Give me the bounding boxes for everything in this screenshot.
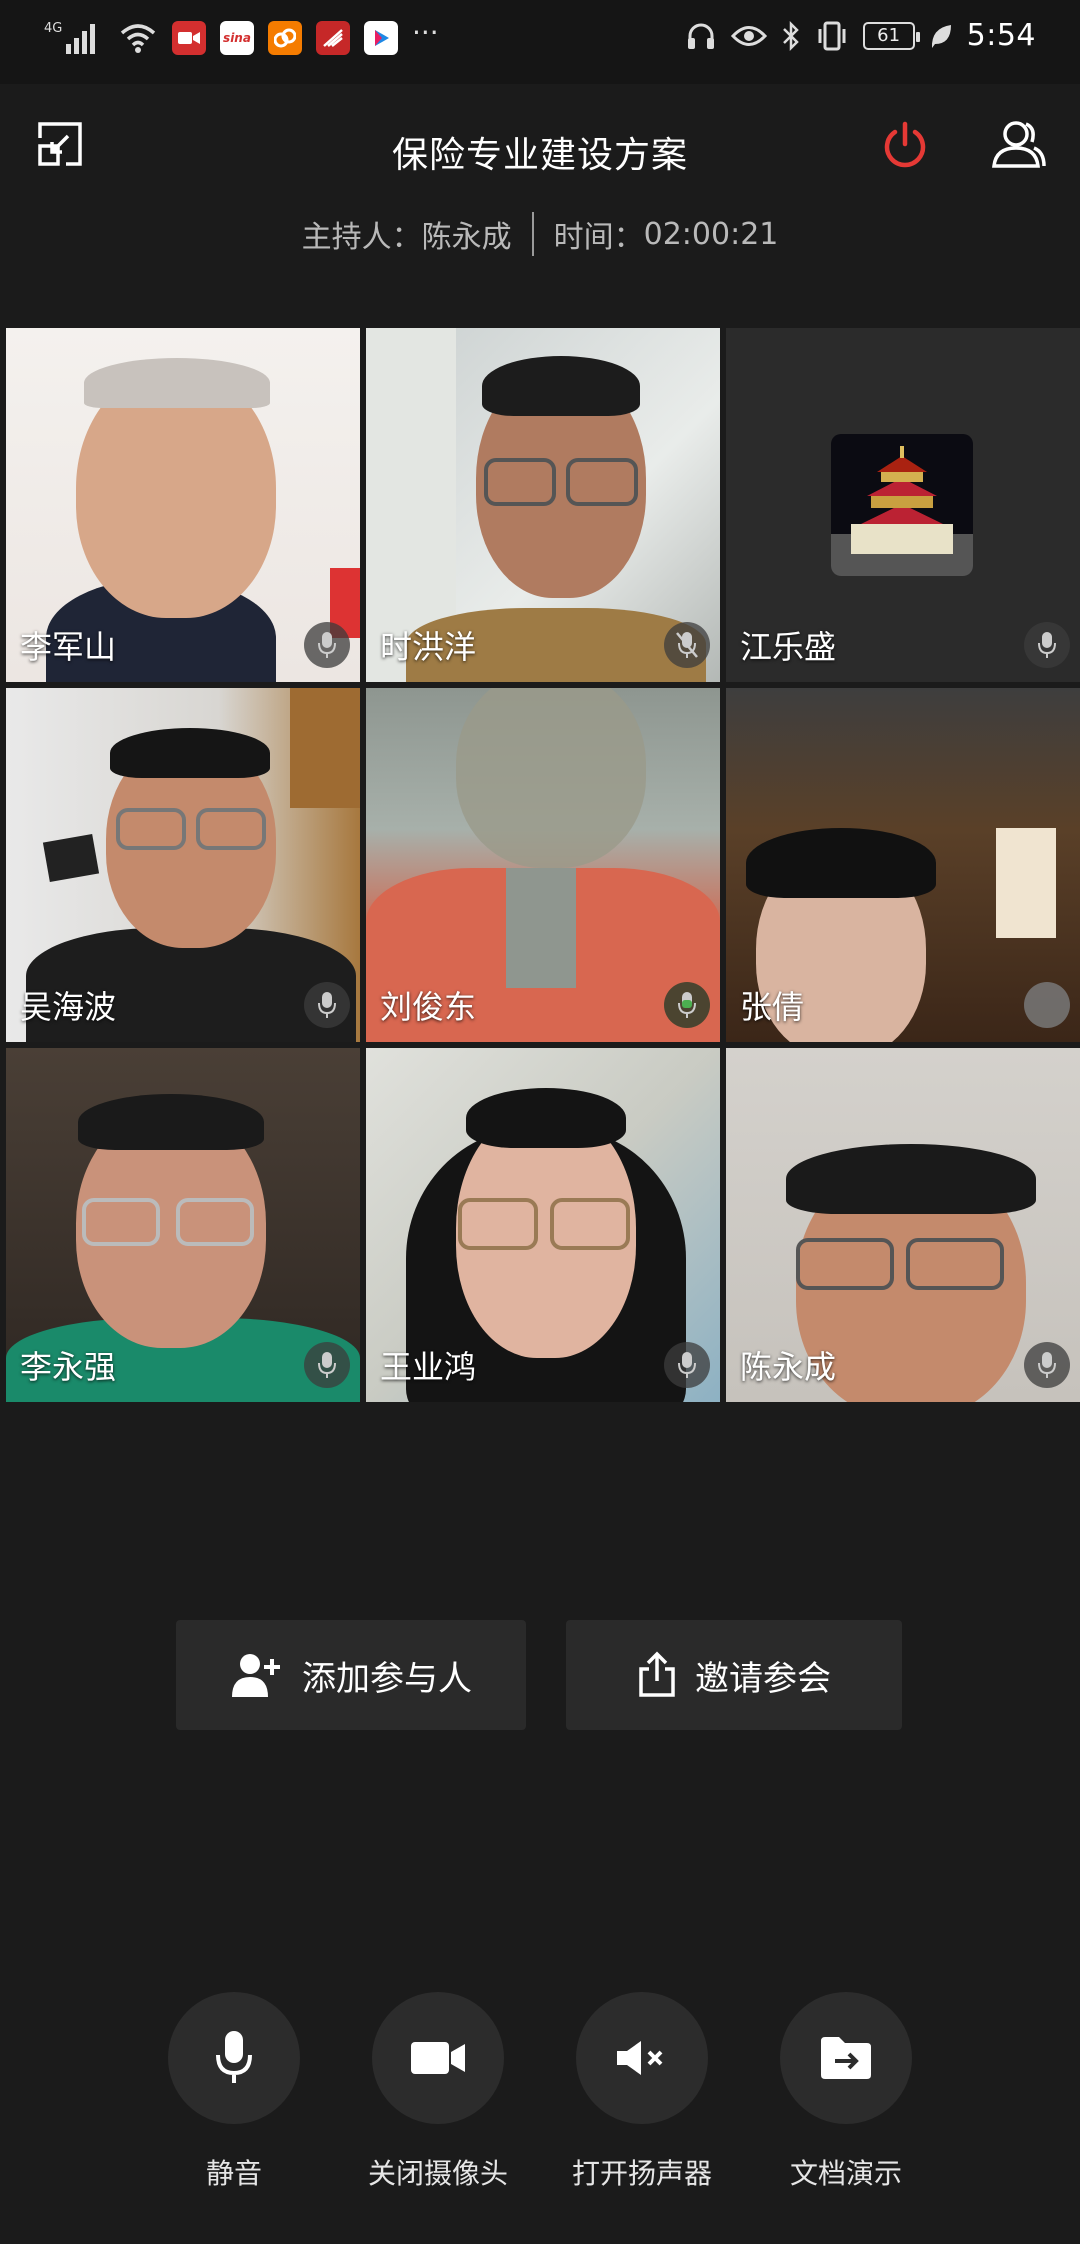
participant-face bbox=[456, 688, 646, 868]
video-camera-icon[interactable] bbox=[372, 1992, 504, 2124]
share-icon bbox=[639, 1651, 675, 1697]
app-icon bbox=[316, 21, 350, 55]
host-name: 陈永成 bbox=[421, 220, 512, 255]
bluetooth-icon bbox=[781, 20, 801, 52]
avatar bbox=[831, 434, 973, 576]
video-tile[interactable]: 王业鸿 bbox=[366, 1048, 720, 1402]
youku-icon bbox=[364, 21, 398, 55]
participant-name: 时洪洋 bbox=[380, 628, 477, 666]
mic-speaking-icon bbox=[664, 982, 710, 1028]
participant-name: 李军山 bbox=[20, 628, 117, 666]
vibrate-icon bbox=[815, 20, 849, 52]
status-bar: 4G sina ··· 61 5:54 bbox=[0, 0, 1080, 84]
meeting-duration: 02:00:21 bbox=[643, 216, 779, 252]
speaker-on-button[interactable]: 打开扬声器 bbox=[572, 1992, 712, 2192]
participant-name: 张倩 bbox=[740, 988, 805, 1026]
participant-name: 陈永成 bbox=[740, 1348, 837, 1386]
participant-name: 刘俊东 bbox=[380, 988, 477, 1026]
camera-off-button[interactable]: 关闭摄像头 bbox=[368, 1992, 508, 2192]
meeting-info: 主持人： 陈永成 时间： 02:00:21 bbox=[0, 212, 1080, 256]
headphones-icon bbox=[685, 20, 717, 52]
invite-button[interactable]: 邀请参会 bbox=[566, 1620, 902, 1730]
participant-name: 王业鸿 bbox=[380, 1348, 477, 1386]
battery-indicator: 61 bbox=[862, 21, 920, 50]
sina-icon: sina bbox=[220, 21, 254, 55]
mic-status-icon bbox=[1024, 622, 1070, 668]
mic-muted-icon bbox=[664, 622, 710, 668]
video-tile[interactable]: 时洪洋 bbox=[366, 328, 720, 682]
invite-label: 邀请参会 bbox=[695, 1658, 831, 1699]
participants-list-icon[interactable] bbox=[990, 118, 1046, 170]
signal-icon: 4G bbox=[44, 18, 104, 58]
uc-browser-icon bbox=[268, 21, 302, 55]
mic-status-icon bbox=[304, 982, 350, 1028]
more-notifications: ··· bbox=[412, 16, 439, 49]
video-tile[interactable]: 李军山 bbox=[6, 328, 360, 682]
video-tile[interactable]: 吴海波 bbox=[6, 688, 360, 1042]
participant-video-grid: 李军山 时洪洋 江乐盛 吴海波 刘俊东 张倩 李永强 王业鸿 陈永成 bbox=[6, 328, 1080, 1404]
eye-comfort-icon bbox=[730, 23, 767, 49]
divider bbox=[531, 212, 534, 256]
video-app-icon bbox=[172, 21, 206, 55]
speaker-muted-icon[interactable] bbox=[576, 1992, 708, 2124]
meeting-header: 保险专业建设方案 主持人： 陈永成 时间： 02:00:21 bbox=[0, 84, 1080, 320]
mute-label: 静音 bbox=[205, 2157, 262, 2190]
add-person-icon bbox=[232, 1654, 280, 1697]
power-saving-leaf-icon bbox=[929, 22, 953, 50]
speaker-on-label: 打开扬声器 bbox=[571, 2157, 712, 2190]
video-tile[interactable]: 李永强 bbox=[6, 1048, 360, 1402]
document-present-label: 文档演示 bbox=[789, 2157, 902, 2190]
video-tile[interactable]: 刘俊东 bbox=[366, 688, 720, 1042]
wifi-icon bbox=[118, 21, 158, 55]
video-tile[interactable]: 陈永成 bbox=[726, 1048, 1080, 1402]
add-participant-button[interactable]: 添加参与人 bbox=[176, 1620, 526, 1730]
mic-status-icon bbox=[304, 622, 350, 668]
mute-button[interactable]: 静音 bbox=[164, 1992, 304, 2192]
leave-meeting-power-icon[interactable] bbox=[880, 120, 930, 170]
mic-status-icon bbox=[304, 1342, 350, 1388]
mic-status-icon bbox=[1024, 1342, 1070, 1388]
avatar-bubble-icon bbox=[1024, 982, 1070, 1028]
participant-name: 吴海波 bbox=[20, 988, 117, 1026]
participant-name: 江乐盛 bbox=[740, 628, 837, 666]
clock: 5:54 bbox=[966, 18, 1036, 53]
mic-status-icon bbox=[664, 1342, 710, 1388]
video-tile[interactable]: 张倩 bbox=[726, 688, 1080, 1042]
add-participant-label: 添加参与人 bbox=[302, 1658, 472, 1699]
host-label: 主持人： bbox=[301, 220, 422, 255]
video-tile[interactable]: 江乐盛 bbox=[726, 328, 1080, 682]
network-type: 4G bbox=[44, 21, 62, 36]
time-label: 时间： bbox=[553, 220, 644, 255]
camera-off-label: 关闭摄像头 bbox=[367, 2157, 508, 2190]
microphone-icon[interactable] bbox=[168, 1992, 300, 2124]
participant-name: 李永强 bbox=[20, 1348, 117, 1386]
folder-share-icon[interactable] bbox=[780, 1992, 912, 2124]
document-present-button[interactable]: 文档演示 bbox=[776, 1992, 916, 2192]
